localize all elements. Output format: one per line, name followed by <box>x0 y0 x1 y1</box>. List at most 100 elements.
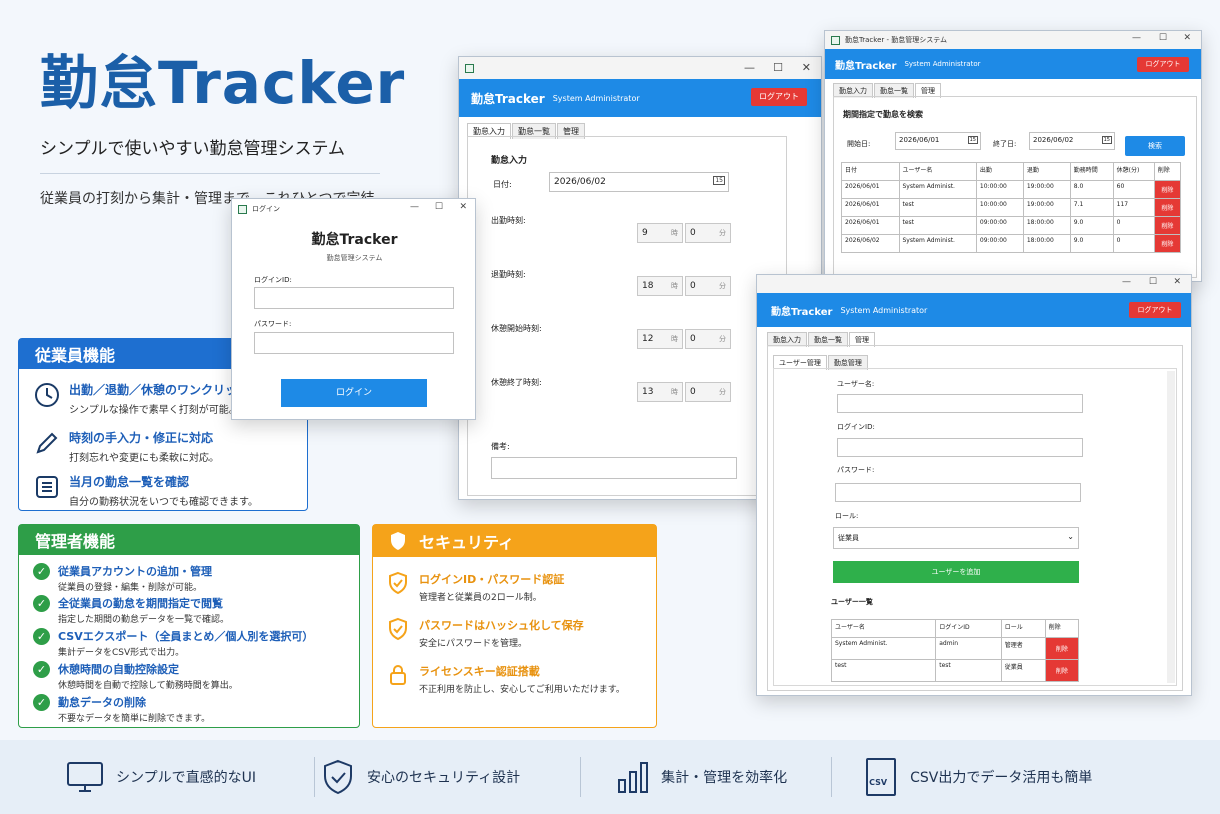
feature-item: ログインID・パスワード認証 管理者と従業員の2ロール制。 <box>387 571 564 603</box>
login-window-title: ログイン <box>252 205 280 213</box>
footer-divider <box>313 757 315 797</box>
delete-button[interactable]: 削除 <box>1044 637 1080 660</box>
table-row: 2026/06/01 test 09:00:00 18:00:00 9.0 0 削除 <box>841 216 1182 235</box>
delete-button[interactable]: 削除 <box>1153 180 1182 199</box>
hero-title: 勤怠Tracker <box>40 49 406 117</box>
end-date-picker[interactable]: 2026/06/02 15 <box>1029 132 1115 150</box>
login-id-input[interactable] <box>254 287 454 309</box>
date-picker[interactable]: 2026/06/02 15 <box>549 172 729 192</box>
add-user-button[interactable]: ユーザーを追加 <box>833 561 1079 583</box>
footer-item: シンプルで直感的なUI <box>66 760 256 794</box>
break-end-hour[interactable]: 13 時 <box>637 382 683 402</box>
admin-titlebar: — ☐ ✕ <box>757 275 1191 293</box>
list-window-title: 勤怠Tracker - 勤怠管理システム <box>845 36 948 44</box>
calendar-icon[interactable]: 15 <box>1101 136 1112 144</box>
clock-icon <box>35 383 59 407</box>
clock-out-hour[interactable]: 18 時 <box>637 276 683 296</box>
calendar-icon[interactable]: 15 <box>967 136 978 144</box>
logout-button[interactable]: ログアウト <box>751 88 807 106</box>
logout-button[interactable]: ログアウト <box>1137 57 1189 72</box>
date-label: 日付: <box>493 180 512 189</box>
login-window: ログイン — ☐ ✕ 勤怠Tracker 勤怠管理システム ログインID: パス… <box>231 198 476 420</box>
user-list-title: ユーザー一覧 <box>831 598 873 606</box>
security-card-header: セキュリティ <box>373 525 656 557</box>
note-field[interactable] <box>491 457 737 479</box>
login-id-label: ログインID: <box>254 276 292 284</box>
entry-titlebar: — ☐ ✕ <box>459 57 821 79</box>
close-icon[interactable]: ✕ <box>459 202 467 212</box>
search-button[interactable]: 検索 <box>1125 136 1185 156</box>
table-row: 2026/06/02 System Administ. 09:00:00 18:00:… <box>841 234 1182 253</box>
close-icon[interactable]: ✕ <box>1183 33 1191 43</box>
table-row: 2026/06/01 System Administ. 10:00:00 19:00:… <box>841 180 1182 199</box>
minimize-icon[interactable]: — <box>744 61 755 74</box>
start-date-picker[interactable]: 2026/06/01 15 <box>895 132 981 150</box>
calendar-icon[interactable]: 15 <box>713 176 725 185</box>
username-field[interactable] <box>837 394 1083 413</box>
login-button[interactable]: ログイン <box>281 379 427 407</box>
hero-divider <box>40 173 380 174</box>
logout-button[interactable]: ログアウト <box>1129 302 1181 318</box>
hero: 勤怠Tracker シンプルで使いやすい勤怠管理システム 従業員の打刻から集計・… <box>40 36 405 208</box>
list-window: 勤怠Tracker - 勤怠管理システム — ☐ ✕ 勤怠Tracker Sys… <box>824 30 1202 282</box>
pencil-icon <box>36 432 58 454</box>
brand-label: 勤怠Tracker <box>771 306 833 318</box>
admin-appbar: 勤怠Tracker System Administrator ログアウト <box>757 293 1191 327</box>
break-start-hour[interactable]: 12 時 <box>637 329 683 349</box>
break-end-minute[interactable]: 0分 <box>685 382 731 402</box>
entry-section-title: 勤怠入力 <box>491 156 528 166</box>
feature-item: ✓ 従業員アカウントの追加・管理 従業員の登録・編集・削除が可能。 <box>33 563 212 593</box>
minimize-icon[interactable]: — <box>1132 33 1141 43</box>
delete-button[interactable]: 削除 <box>1044 659 1080 682</box>
footer-item: CSV CSV出力でデータ活用も簡単 <box>866 758 1092 796</box>
admin-features-card: 管理者機能 ✓ 従業員アカウントの追加・管理 従業員の登録・編集・削除が可能。 ✓ 全… <box>18 524 360 728</box>
check-circle-icon: ✓ <box>33 563 50 580</box>
user-table: ユーザー名 ログインID ロール 削除 System Administ. admin 管理… <box>830 619 1080 682</box>
footer-item: 安心のセキュリティ設計 <box>321 758 520 796</box>
delete-button[interactable]: 削除 <box>1153 234 1182 253</box>
password-input[interactable] <box>254 332 454 354</box>
maximize-icon[interactable]: ☐ <box>435 202 443 212</box>
maximize-icon[interactable]: ☐ <box>1159 33 1167 43</box>
clock-in-hour[interactable]: 9時 <box>637 223 683 243</box>
clock-out-minute[interactable]: 0分 <box>685 276 731 296</box>
check-circle-icon: ✓ <box>33 628 50 645</box>
minimize-icon[interactable]: — <box>1122 277 1131 287</box>
close-icon[interactable]: ✕ <box>802 61 811 74</box>
minimize-icon[interactable]: — <box>410 202 419 212</box>
clock-in-minute[interactable]: 0分 <box>685 223 731 243</box>
app-icon <box>238 204 247 214</box>
feature-item: ✓ 全従業員の勤怠を期間指定で閲覧 指定した期間の勤怠データを一覧で確認。 <box>33 595 229 625</box>
attendance-table: 日付 ユーザー名 出勤 退勤 勤務時間 休憩(分) 削除 2026/06/01 System … <box>841 162 1182 253</box>
footer-item: 集計・管理を効率化 <box>617 760 787 794</box>
delete-button[interactable]: 削除 <box>1153 216 1182 235</box>
user-label: System Administrator <box>904 60 981 68</box>
lock-icon <box>390 665 406 685</box>
password-field[interactable] <box>835 483 1081 502</box>
user-label: System Administrator <box>552 93 640 103</box>
feature-item: ライセンスキー認証搭載 不正利用を防止し、安心してご利用いただけます。 <box>387 663 625 695</box>
login-caption: 勤怠管理システム <box>326 254 383 262</box>
entry-appbar: 勤怠Tracker System Administrator ログアウト <box>459 79 821 117</box>
table-row: test test 従業員 削除 <box>830 659 1080 682</box>
start-date-label: 開始日: <box>847 140 871 148</box>
list-section-title: 期間指定で勤怠を検索 <box>843 110 923 119</box>
table-row: System Administ. admin 管理者 削除 <box>830 637 1080 660</box>
feature-item: ✓ 休憩時間の自動控除設定 休憩時間を自動で控除して勤務時間を算出。 <box>33 661 238 691</box>
break-start-minute[interactable]: 0分 <box>685 329 731 349</box>
check-circle-icon: ✓ <box>33 595 50 612</box>
login-app-name: 勤怠Tracker <box>311 232 398 248</box>
shield-check-icon <box>323 759 352 795</box>
scrollbar[interactable] <box>1167 371 1175 683</box>
delete-button[interactable]: 削除 <box>1153 198 1182 217</box>
maximize-icon[interactable]: ☐ <box>773 61 783 74</box>
maximize-icon[interactable]: ☐ <box>1149 277 1157 287</box>
close-icon[interactable]: ✕ <box>1173 277 1181 287</box>
role-label: ロール: <box>835 512 859 520</box>
password-label: パスワード: <box>254 320 292 328</box>
role-select[interactable]: 従業員 ⌄ <box>833 527 1079 549</box>
shield-check-icon <box>389 617 407 641</box>
table-row: 2026/06/01 test 10:00:00 19:00:00 7.1 117 削除 <box>841 198 1182 217</box>
login-id-field[interactable] <box>837 438 1083 457</box>
feature-item: 当月の勤怠一覧を確認 自分の勤務状況をいつでも確認できます。 <box>33 473 258 508</box>
